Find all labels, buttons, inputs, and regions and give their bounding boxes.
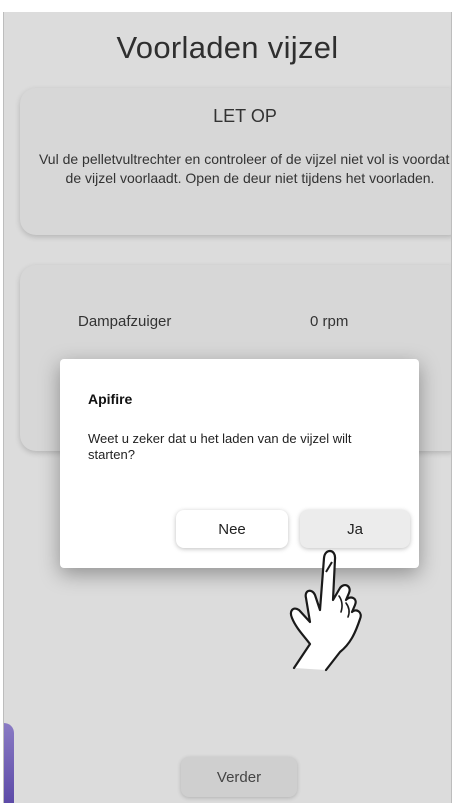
dialog-message: Weet u zeker dat u het laden van de vijz…: [88, 431, 352, 462]
warning-text: Vul de pelletvultrechter en controleer o…: [38, 151, 452, 186]
side-accent: [4, 723, 14, 803]
stat-label-dampafzuiger: Dampafzuiger: [78, 313, 172, 330]
warning-heading: LET OP: [213, 106, 277, 126]
page-title: Voorladen vijzel: [116, 30, 339, 65]
stat-value-dampafzuiger: 0 rpm: [310, 313, 349, 330]
app-screen: Voorladen vijzel LET OP Vul de pelletvul…: [3, 12, 452, 803]
tap-hand-icon: [289, 549, 362, 672]
dialog-title: Apifire: [88, 391, 133, 407]
confirm-dialog: Apifire Weet u zeker dat u het laden van…: [60, 359, 419, 568]
warning-card: LET OP Vul de pelletvultrechter en contr…: [20, 88, 452, 235]
next-button[interactable]: Verder: [181, 757, 297, 797]
